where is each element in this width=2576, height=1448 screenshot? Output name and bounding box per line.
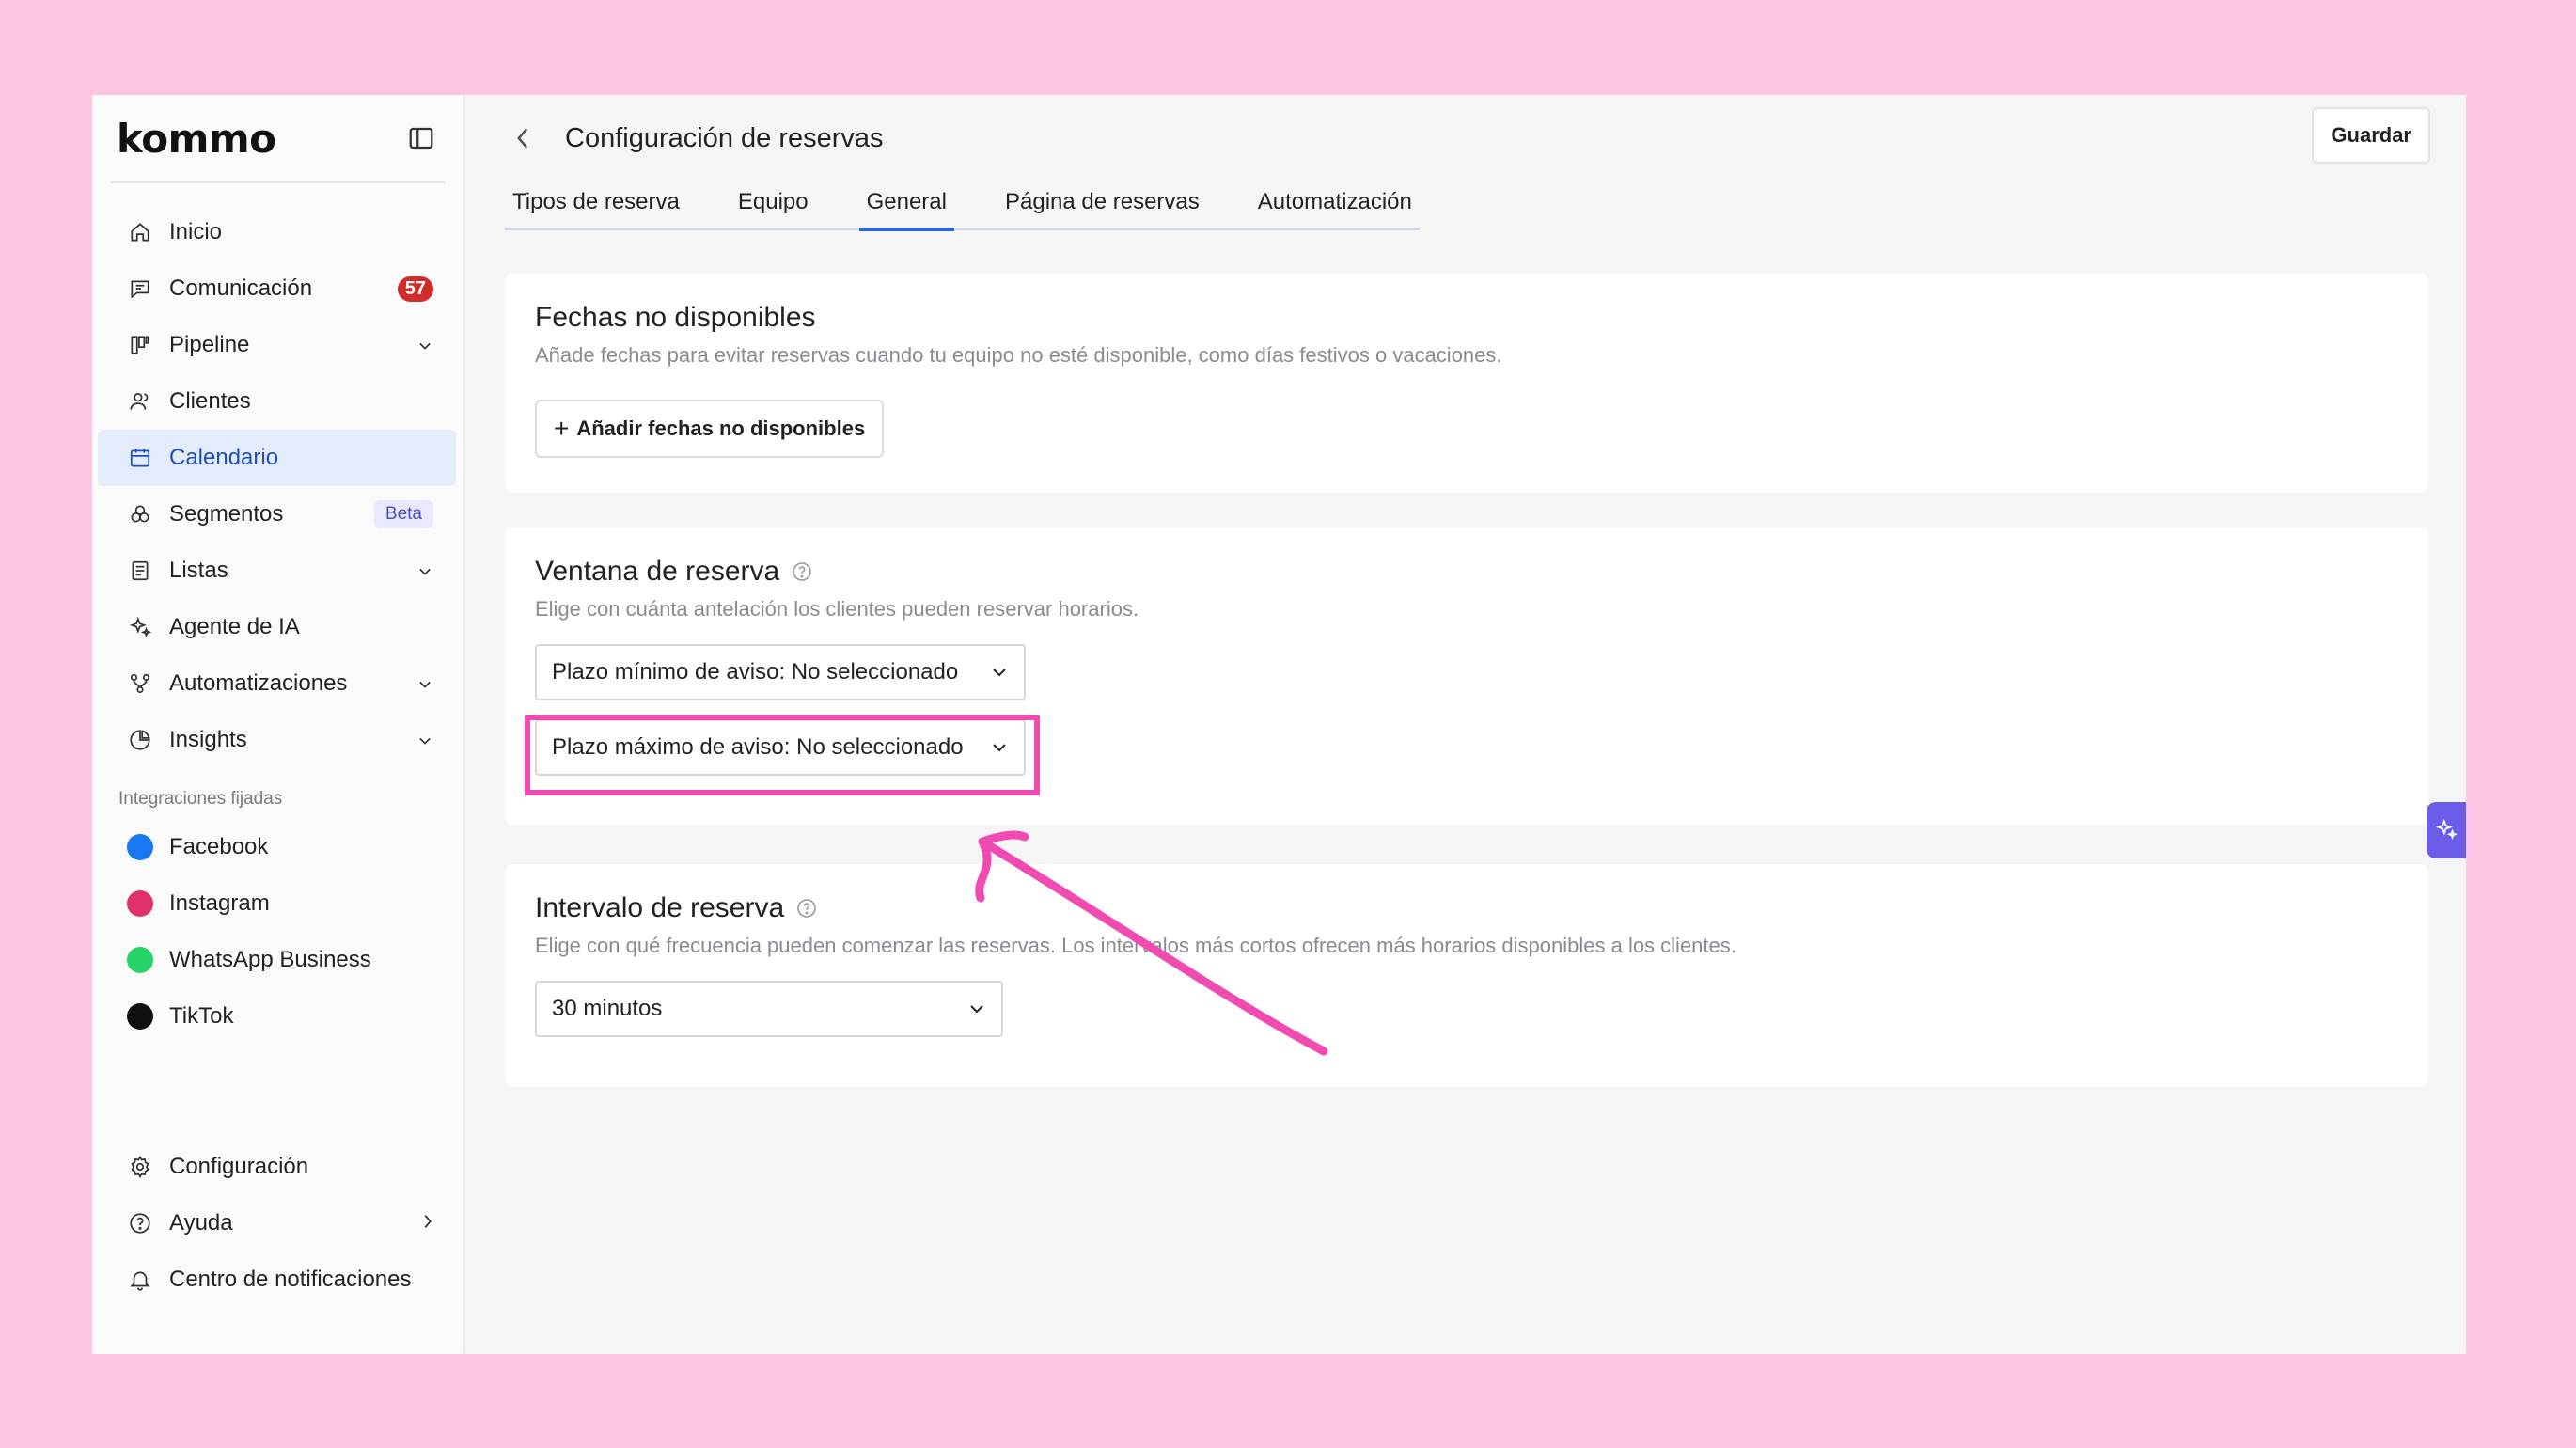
annotation-arrow <box>975 830 1328 1056</box>
